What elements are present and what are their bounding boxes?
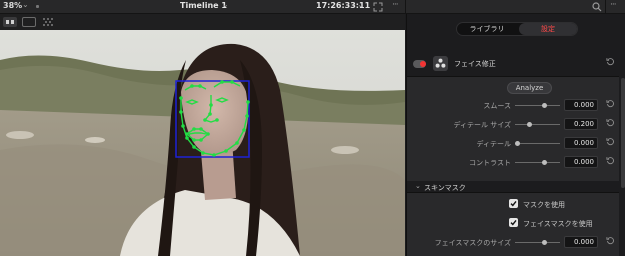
dual-viewer-button[interactable] xyxy=(22,17,36,27)
divider-icon xyxy=(36,5,39,8)
tab-settings[interactable]: 設定 xyxy=(519,23,577,35)
slider-row-detail: ディテール 0.000 xyxy=(407,136,619,152)
effect-header: フェイス修正 xyxy=(407,54,625,76)
slider-label: ディテール xyxy=(476,140,511,148)
value-field[interactable]: 0.200 xyxy=(564,118,598,130)
slider-row-detail-size: ディテール サイズ 0.200 xyxy=(407,117,619,133)
slider-row-contrast: コントラスト 0.000 xyxy=(407,155,619,171)
use-face-mask-checkbox[interactable] xyxy=(509,218,518,227)
value-field[interactable]: 0.000 xyxy=(564,99,598,111)
chevron-down-icon[interactable]: ⌄ xyxy=(222,0,229,9)
more-icon[interactable]: ··· xyxy=(392,0,399,10)
checkbox-label: マスクを使用 xyxy=(523,201,565,209)
value-field[interactable]: 0.000 xyxy=(564,137,598,149)
slider-label: フェイスマスクのサイズ xyxy=(434,239,511,247)
expand-icon[interactable] xyxy=(373,2,383,12)
reset-icon[interactable] xyxy=(606,156,615,165)
slider-track[interactable] xyxy=(515,103,560,108)
tab-library[interactable]: ライブラリ xyxy=(458,23,516,35)
slider-knob[interactable] xyxy=(542,240,547,245)
reset-icon[interactable] xyxy=(606,236,615,245)
checkbox-label: フェイスマスクを使用 xyxy=(523,220,593,228)
divider xyxy=(405,0,406,14)
effect-enable-toggle[interactable] xyxy=(413,60,426,68)
slider-label: スムース xyxy=(483,102,511,110)
slider-track[interactable] xyxy=(515,160,560,165)
slider-track[interactable] xyxy=(515,240,560,245)
sparkle-icon[interactable] xyxy=(42,17,54,27)
skin-mask-section: マスクを使用 フェイスマスクを使用 フェイスマスクのサイズ 0.000 xyxy=(407,192,619,256)
panel-tab-switcher: ライブラリ 設定 xyxy=(456,22,578,36)
chevron-down-icon[interactable]: ⌄ xyxy=(357,0,364,9)
face-refinement-section: Analyze スムース 0.000 ディテール サイズ 0.200 ディテール… xyxy=(407,76,619,181)
video-frame xyxy=(0,30,405,256)
checkmark-icon xyxy=(510,219,517,226)
more-icon[interactable]: ··· xyxy=(610,0,617,10)
value-field[interactable]: 0.000 xyxy=(564,156,598,168)
chevron-down-icon[interactable]: ⌄ xyxy=(415,182,421,190)
single-viewer-button[interactable] xyxy=(3,17,17,27)
face-effect-icon xyxy=(433,56,448,71)
reset-icon[interactable] xyxy=(606,99,615,108)
slider-track[interactable] xyxy=(515,122,560,127)
top-bar: 38% ⌄ Timeline 1 ⌄ 17:26:33:11 ⌄ ··· ··· xyxy=(0,0,625,14)
divider xyxy=(605,0,606,14)
use-mask-checkbox[interactable] xyxy=(509,199,518,208)
slider-label: ディテール サイズ xyxy=(453,121,511,129)
video-viewer[interactable] xyxy=(0,30,405,256)
slider-knob[interactable] xyxy=(515,141,520,146)
reset-icon[interactable] xyxy=(606,57,615,66)
search-icon[interactable] xyxy=(592,2,602,12)
reset-icon[interactable] xyxy=(606,118,615,127)
value-field[interactable]: 0.000 xyxy=(564,236,598,248)
viewer-toolbar xyxy=(0,14,405,30)
slider-knob[interactable] xyxy=(527,122,532,127)
slider-knob[interactable] xyxy=(542,160,547,165)
inspector-panel: ライブラリ 設定 フェイス修正 Analyze スムース 0.000 ディテール… xyxy=(406,14,625,256)
slider-track[interactable] xyxy=(515,141,560,146)
slider-knob[interactable] xyxy=(542,103,547,108)
slider-row-face-mask-size: フェイスマスクのサイズ 0.000 xyxy=(407,235,619,251)
analyze-button[interactable]: Analyze xyxy=(507,82,552,94)
timeline-name[interactable]: Timeline 1 xyxy=(180,1,227,10)
effect-title: フェイス修正 xyxy=(454,60,496,68)
zoom-level[interactable]: 38% xyxy=(3,1,22,10)
chevron-down-icon[interactable]: ⌄ xyxy=(22,0,29,9)
slider-label: コントラスト xyxy=(469,159,511,167)
reset-icon[interactable] xyxy=(606,137,615,146)
slider-row-smooth: スムース 0.000 xyxy=(407,98,619,114)
panel-scrollbar[interactable] xyxy=(621,78,625,188)
checkmark-icon xyxy=(510,200,517,207)
